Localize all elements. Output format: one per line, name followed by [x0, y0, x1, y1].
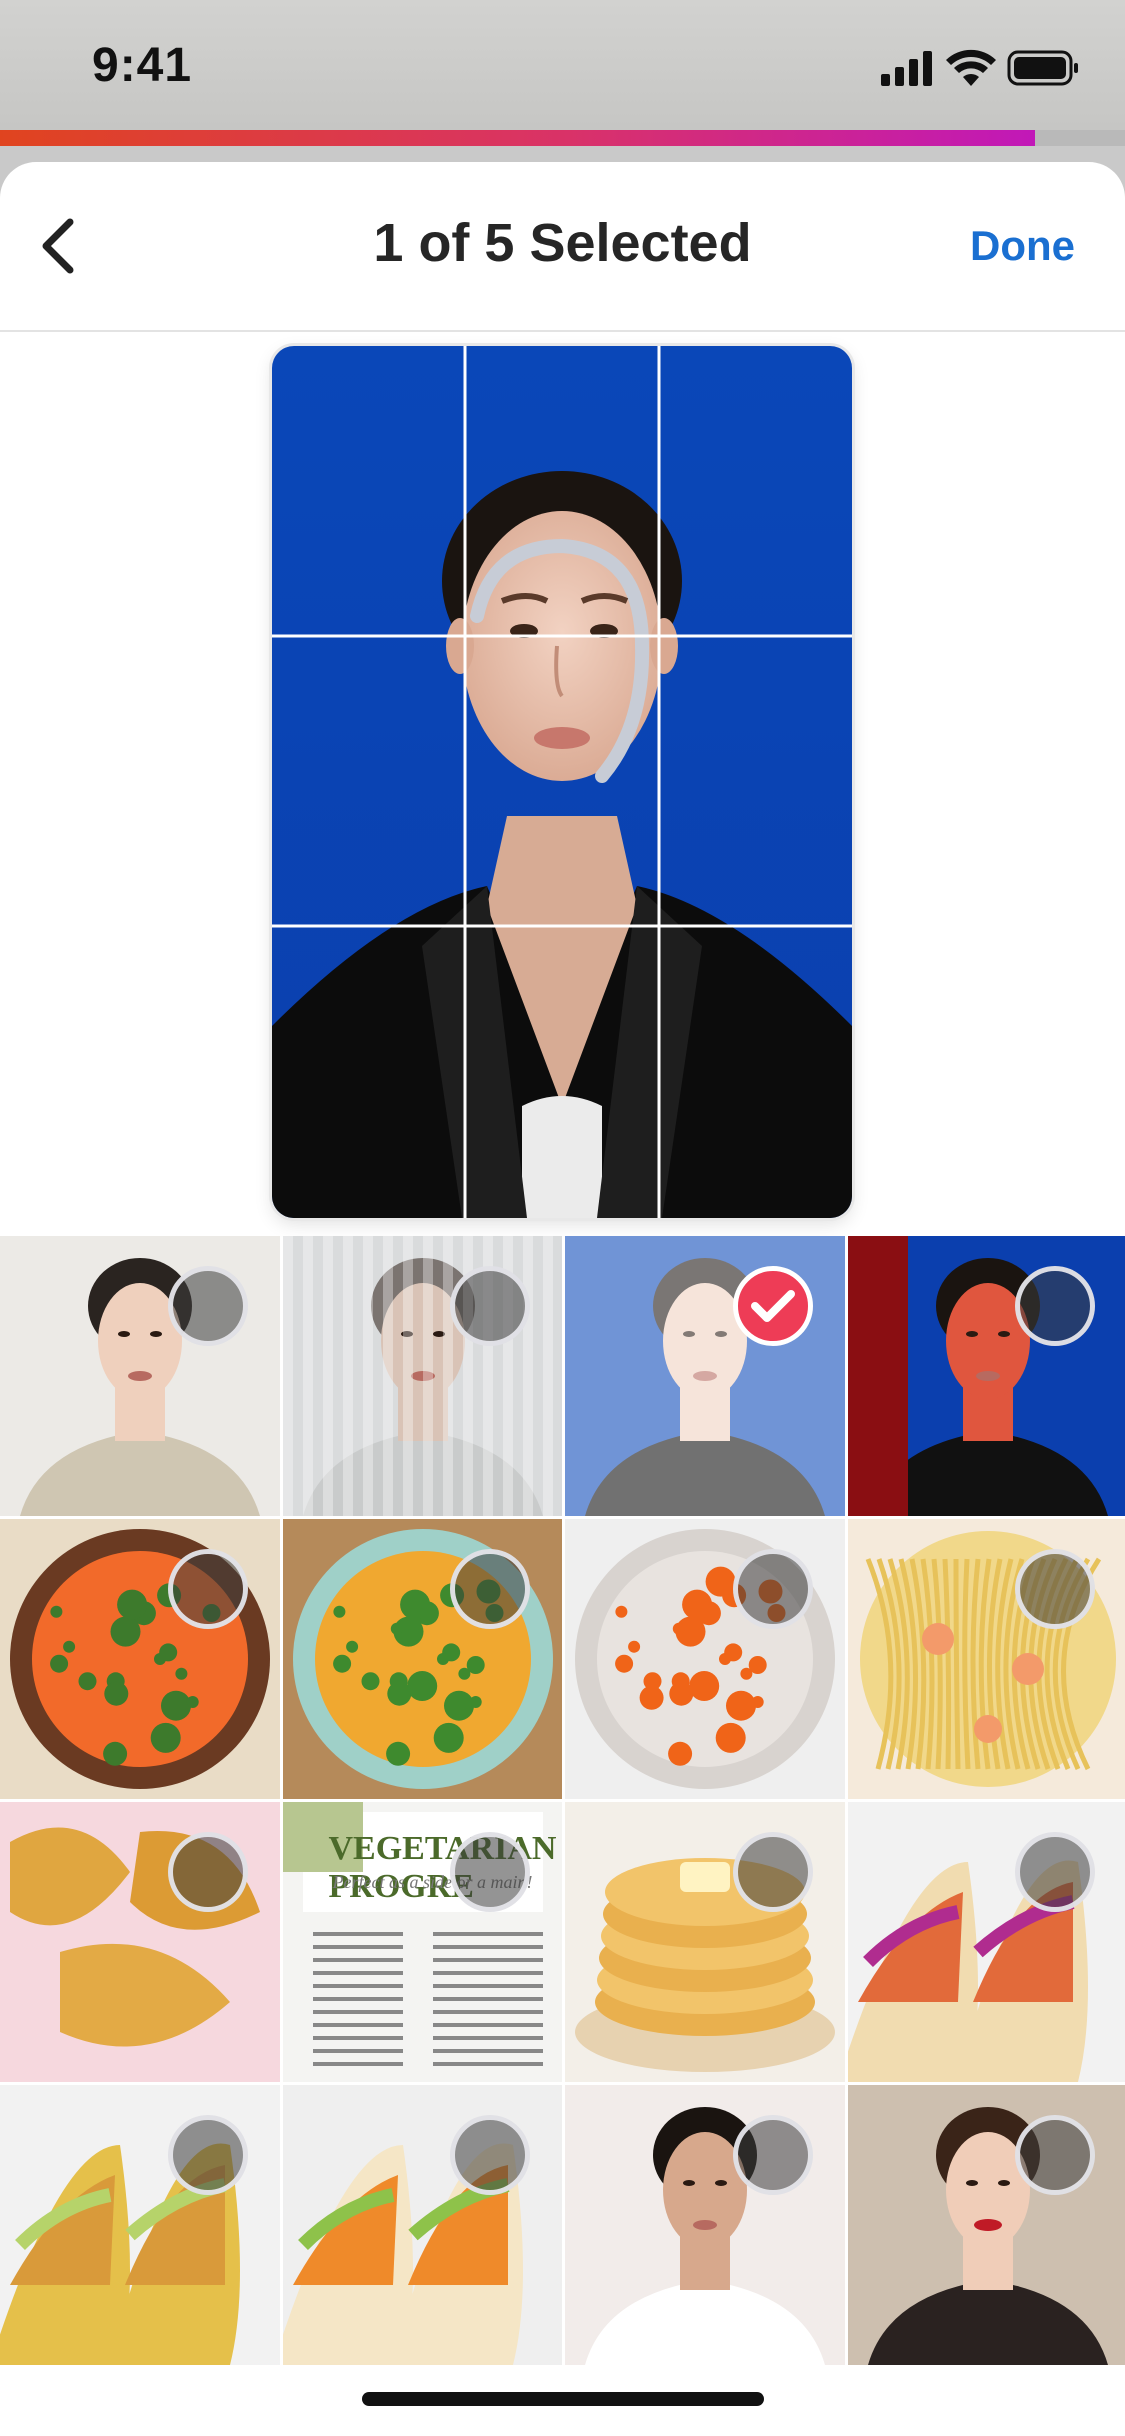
gallery-thumbnail[interactable] — [282, 2085, 562, 2365]
selection-circle[interactable] — [1015, 1832, 1095, 1912]
wifi-icon — [946, 49, 996, 86]
selection-checkmark[interactable] — [732, 1266, 813, 1346]
selection-circle[interactable] — [167, 1266, 248, 1346]
home-indicator[interactable] — [362, 2392, 764, 2406]
status-bar: 9:41 — [0, 0, 1125, 130]
gallery-thumbnail[interactable] — [847, 2085, 1125, 2365]
page-title: 1 of 5 Selected — [373, 213, 752, 273]
gallery-thumbnail[interactable] — [0, 1236, 280, 1516]
gallery-grid: VEGETARIAN PROGRE Perfect as a side or a … — [0, 1236, 1125, 2365]
gallery-thumbnail[interactable] — [0, 1519, 280, 1799]
selection-circle[interactable] — [450, 1832, 530, 1912]
gallery-thumbnail[interactable] — [282, 1519, 562, 1799]
signal-icon — [881, 51, 932, 86]
gallery-thumbnail[interactable] — [565, 1236, 845, 1516]
photo-picker-sheet: 1 of 5 Selected Done VEGETARIAN PROGRE P… — [0, 162, 1125, 2436]
thumbnail-image — [565, 2085, 845, 2365]
thumbnail-image — [0, 1519, 280, 1799]
thumbnail-image — [282, 1519, 562, 1799]
thumbnail-image — [0, 1802, 280, 2082]
selection-circle[interactable] — [167, 1549, 248, 1629]
selection-circle[interactable] — [450, 1549, 530, 1629]
gallery-thumbnail[interactable] — [282, 1236, 562, 1516]
thumbnail-image — [0, 1236, 280, 1516]
battery-icon — [1007, 50, 1078, 86]
thumbnail-image — [565, 1802, 845, 2082]
gallery-thumbnail[interactable] — [0, 2085, 280, 2365]
selection-circle[interactable] — [167, 1832, 248, 1912]
selection-circle[interactable] — [167, 2115, 248, 2195]
gallery-thumbnail[interactable] — [847, 1802, 1125, 2082]
checkmark-icon — [750, 1290, 795, 1322]
thumbnail-image — [282, 2085, 562, 2365]
selection-circle[interactable] — [1015, 2115, 1095, 2195]
selection-circle[interactable] — [1015, 1549, 1095, 1629]
header: 1 of 5 Selected Done — [0, 162, 1125, 332]
preview-image — [272, 346, 852, 1218]
upload-progress-fill — [0, 130, 1035, 146]
selection-circle[interactable] — [1015, 1266, 1095, 1346]
status-icons — [881, 48, 1081, 88]
thumbnail-image — [0, 2085, 280, 2365]
gallery-thumbnail[interactable] — [847, 1236, 1125, 1516]
selection-circle[interactable] — [732, 2115, 813, 2195]
selection-circle[interactable] — [732, 1832, 813, 1912]
done-button[interactable]: Done — [970, 222, 1075, 270]
thumbnail-image — [565, 1519, 845, 1799]
selection-circle[interactable] — [450, 1266, 530, 1346]
gallery-thumbnail[interactable] — [847, 1519, 1125, 1799]
gallery-thumbnail[interactable]: VEGETARIAN PROGRE Perfect as a side or a … — [282, 1802, 562, 2082]
gallery-thumbnail[interactable] — [565, 1802, 845, 2082]
upload-progress-bar — [0, 130, 1125, 146]
thumbnail-image — [565, 1236, 845, 1516]
gallery-thumbnail[interactable] — [565, 2085, 845, 2365]
gallery-thumbnail[interactable] — [565, 1519, 845, 1799]
thumbnail-image — [282, 1236, 562, 1516]
gallery-thumbnail[interactable] — [0, 1802, 280, 2082]
selection-circle[interactable] — [732, 1549, 813, 1629]
selection-circle[interactable] — [450, 2115, 530, 2195]
photo-preview[interactable] — [272, 346, 852, 1218]
status-time: 9:41 — [92, 39, 193, 92]
